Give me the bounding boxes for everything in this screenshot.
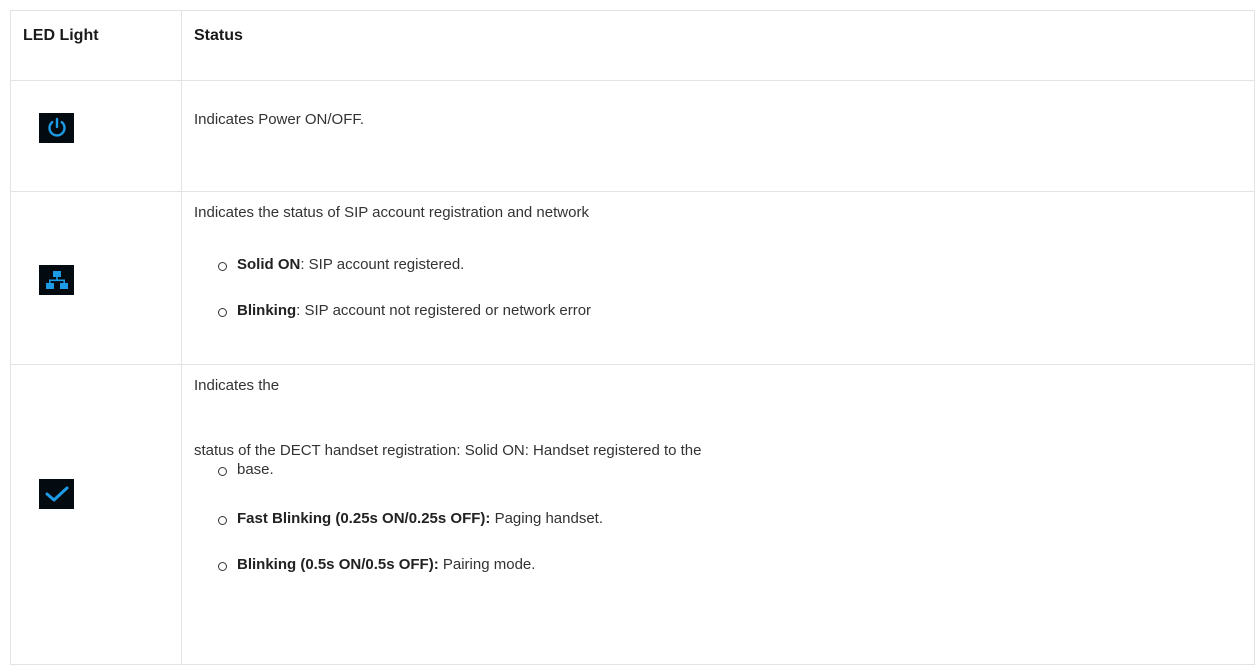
list-item-text: : SIP account registered. xyxy=(300,256,465,273)
network-icon xyxy=(39,265,74,295)
power-icon xyxy=(39,113,74,143)
list-item-label: Fast Blinking (0.25s ON/0.25s OFF): xyxy=(237,510,491,527)
led-cell xyxy=(10,191,182,365)
led-cell xyxy=(10,80,182,192)
status-cell: Indicates the status of the DECT handset… xyxy=(181,364,1255,665)
list-item-label: Blinking (0.5s ON/0.5s OFF): xyxy=(237,556,439,573)
bullet-circle-icon xyxy=(218,467,227,476)
status-description: Indicates Power ON/OFF. xyxy=(194,111,365,128)
list-item-text: Paging handset. xyxy=(490,510,603,527)
led-cell xyxy=(10,364,182,665)
header-led-light: LED Light xyxy=(10,10,182,81)
header-status: Status xyxy=(181,10,1255,81)
table-row: Indicates the status of SIP account regi… xyxy=(10,191,1255,365)
list-item: Blinking: SIP account not registered or … xyxy=(237,301,591,321)
list-item: Blinking (0.5s ON/0.5s OFF): Pairing mod… xyxy=(237,555,535,575)
status-cell: Indicates Power ON/OFF. xyxy=(181,80,1255,192)
list-item-text: base. xyxy=(237,461,274,478)
bullet-circle-icon xyxy=(218,308,227,317)
led-status-table: LED Light Status Indicates Power ON/OFF. xyxy=(10,10,1255,665)
bullet-circle-icon xyxy=(218,562,227,571)
status-description: Indicates the xyxy=(194,377,280,394)
list-item-label: Solid ON xyxy=(237,256,301,273)
table-row: Indicates Power ON/OFF. xyxy=(10,80,1255,192)
list-item: Fast Blinking (0.25s ON/0.25s OFF): Pagi… xyxy=(237,509,603,529)
list-item-text: Pairing mode. xyxy=(438,556,536,573)
list-item-label: Blinking xyxy=(237,302,297,319)
bullet-circle-icon xyxy=(218,262,227,271)
table-header-row: LED Light Status xyxy=(10,10,1255,81)
checkmark-icon xyxy=(39,479,74,509)
list-item: base. xyxy=(237,460,274,480)
status-description: Indicates the status of SIP account regi… xyxy=(194,204,589,221)
list-item-text: : SIP account not registered or network … xyxy=(296,302,592,319)
table-row: Indicates the status of the DECT handset… xyxy=(10,364,1255,665)
status-cell: Indicates the status of SIP account regi… xyxy=(181,191,1255,365)
list-item: Solid ON: SIP account registered. xyxy=(237,255,464,275)
bullet-circle-icon xyxy=(218,516,227,525)
status-continuation: status of the DECT handset registration:… xyxy=(194,442,702,459)
